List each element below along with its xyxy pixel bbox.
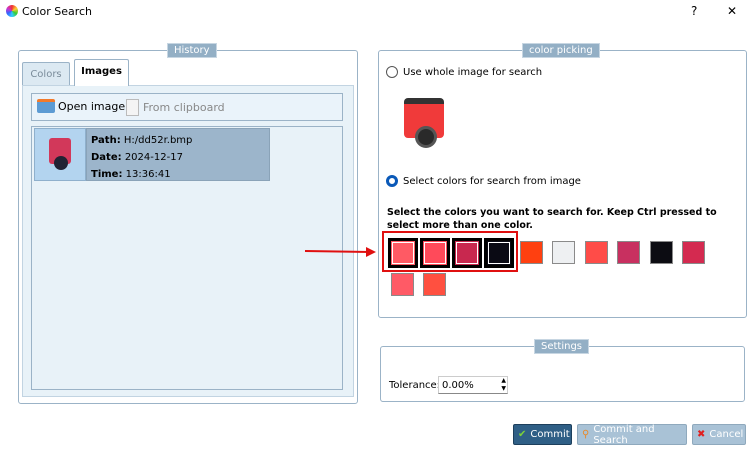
images-toolbar: Open image From clipboard [31,93,343,121]
color-swatch[interactable] [484,238,514,268]
list-item[interactable]: Path: H:/dd52r.bmp Date: 2024-12-17 Time… [34,128,270,181]
radio-checked-icon [386,175,398,187]
date-value: 2024-12-17 [124,152,183,163]
commit-button[interactable]: ✔ Commit [513,424,572,445]
color-swatch[interactable] [420,238,450,268]
color-swatch[interactable] [682,241,705,264]
tab-colors[interactable]: Colors [22,62,70,86]
cancel-button[interactable]: ✖ Cancel [692,424,746,445]
commit-and-search-button[interactable]: ⚲ Commit and Search [577,424,687,446]
color-picking-label: color picking [522,43,600,58]
close-button[interactable]: ✕ [727,4,737,18]
search-check-icon: ⚲ [582,429,590,440]
color-swatch[interactable] [391,273,414,296]
instruction-text: Select the colors you want to search for… [387,207,717,231]
spin-down-icon[interactable]: ▼ [501,385,506,392]
cancel-x-icon: ✖ [697,429,706,440]
tolerance-label: Tolerance: [389,380,441,391]
folder-icon [37,99,55,113]
tolerance-spinbox[interactable]: 0.00% ▲ ▼ [438,376,508,394]
window-title: Color Search [22,5,93,18]
app-icon [6,5,18,17]
checkmark-icon: ✔ [518,429,527,440]
from-clipboard-button[interactable]: From clipboard [126,99,225,116]
source-image [400,92,452,158]
annotation-arrow [304,247,376,257]
image-thumbnail [34,128,86,181]
tolerance-value: 0.00% [442,380,474,391]
color-swatch[interactable] [552,241,575,264]
path-value: H:/dd52r.bmp [123,135,193,146]
settings-label: Settings [534,339,590,354]
color-swatch[interactable] [617,241,640,264]
radio-whole-image[interactable]: Use whole image for search [386,66,542,78]
radio-select-colors[interactable]: Select colors for search from image [386,175,581,187]
color-swatch[interactable] [452,238,482,268]
color-swatch[interactable] [520,241,543,264]
time-value: 13:36:41 [125,169,171,180]
image-info: Path: H:/dd52r.bmp Date: 2024-12-17 Time… [86,128,270,181]
color-swatch[interactable] [423,273,446,296]
history-label: History [167,43,217,58]
open-image-button[interactable]: Open image [37,99,125,113]
tab-images[interactable]: Images [74,59,129,86]
color-swatch[interactable] [585,241,608,264]
help-button[interactable]: ? [691,4,697,18]
color-swatch[interactable] [650,241,673,264]
title-bar: Color Search ? ✕ [0,0,750,24]
spin-up-icon[interactable]: ▲ [501,377,506,384]
settings-group [380,346,745,402]
radio-icon [386,66,398,78]
clipboard-icon [126,99,139,116]
color-swatch[interactable] [388,238,418,268]
